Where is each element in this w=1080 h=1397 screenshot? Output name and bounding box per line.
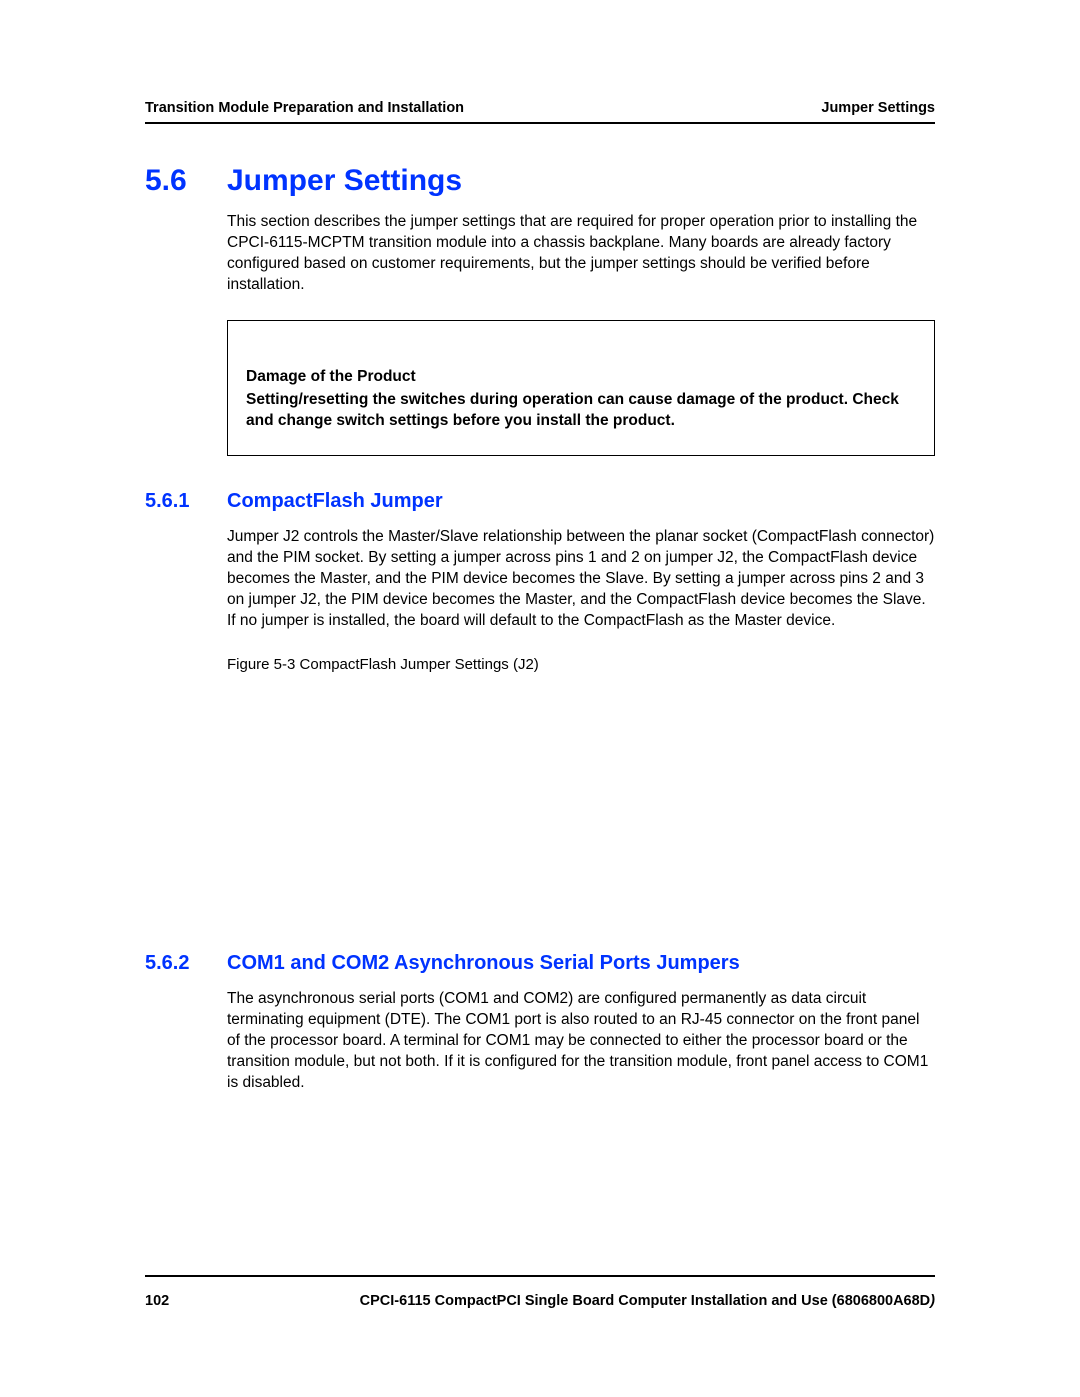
subsection-heading-5-6-1: 5.6.1 CompactFlash Jumper: [145, 490, 935, 513]
section-intro: This section describes the jumper settin…: [227, 212, 935, 296]
subsection-body-5-6-2: The asynchronous serial ports (COM1 and …: [227, 989, 935, 1094]
footer-rule: [145, 1275, 935, 1277]
subsection-text: Jumper J2 controls the Master/Slave rela…: [227, 527, 935, 632]
subsection-number: 5.6.2: [145, 952, 227, 975]
section-heading-5-6: 5.6 Jumper Settings: [145, 164, 935, 198]
header-right: Jumper Settings: [821, 100, 935, 116]
subsection-text: The asynchronous serial ports (COM1 and …: [227, 989, 935, 1094]
doc-title: CPCI-6115 CompactPCI Single Board Comput…: [360, 1293, 935, 1309]
subsection-title: CompactFlash Jumper: [227, 490, 443, 513]
figure-placeholder: [227, 688, 935, 918]
page-number: 102: [145, 1293, 169, 1309]
figure-caption: Figure 5-3 CompactFlash Jumper Settings …: [227, 656, 935, 673]
section-number: 5.6: [145, 164, 227, 198]
subsection-number: 5.6.1: [145, 490, 227, 513]
page: Transition Module Preparation and Instal…: [0, 0, 1080, 1397]
page-header: Transition Module Preparation and Instal…: [145, 100, 935, 124]
doc-title-suffix: ): [930, 1293, 935, 1309]
page-footer: 102 CPCI-6115 CompactPCI Single Board Co…: [145, 1275, 935, 1309]
section-body: This section describes the jumper settin…: [227, 212, 935, 456]
footer-row: 102 CPCI-6115 CompactPCI Single Board Co…: [145, 1293, 935, 1309]
doc-title-text: CPCI-6115 CompactPCI Single Board Comput…: [360, 1293, 931, 1309]
subsection-title: COM1 and COM2 Asynchronous Serial Ports …: [227, 952, 740, 975]
warning-box: Damage of the Product Setting/resetting …: [227, 320, 935, 457]
warning-title: Damage of the Product: [246, 367, 916, 388]
subsection-heading-5-6-2: 5.6.2 COM1 and COM2 Asynchronous Serial …: [145, 952, 935, 975]
warning-body: Setting/resetting the switches during op…: [246, 391, 899, 429]
header-left: Transition Module Preparation and Instal…: [145, 100, 464, 116]
section-title: Jumper Settings: [227, 164, 462, 198]
subsection-body-5-6-1: Jumper J2 controls the Master/Slave rela…: [227, 527, 935, 918]
